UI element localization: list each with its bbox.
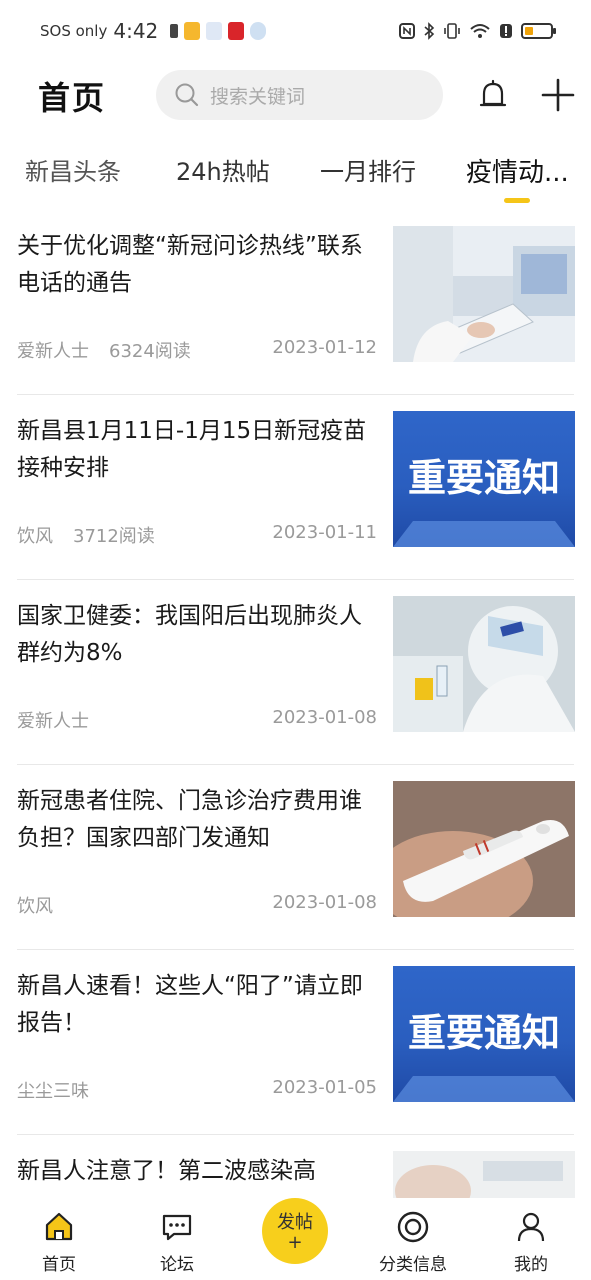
search-placeholder: 搜索关键词 bbox=[210, 85, 306, 108]
bottom-nav: 首页 论坛 发帖 + 分类信息 我的 bbox=[0, 1198, 591, 1280]
chat-icon bbox=[162, 1214, 192, 1241]
article-thumbnail bbox=[393, 781, 575, 917]
home-icon bbox=[45, 1212, 73, 1241]
post-button[interactable]: 发帖 + bbox=[262, 1198, 328, 1264]
active-tab-indicator bbox=[504, 198, 530, 203]
article-reads: 6324阅读 bbox=[109, 341, 191, 362]
article-meta: 尘尘三味 2023-01-05 bbox=[17, 1077, 377, 1103]
article-date: 2023-01-08 bbox=[272, 707, 377, 728]
article-thumbnail bbox=[393, 1151, 575, 1198]
status-left: SOS only 4:42 bbox=[40, 19, 267, 43]
article-date: 2023-01-11 bbox=[272, 522, 377, 543]
medical-tablet-image bbox=[393, 226, 575, 362]
notice-banner-stage bbox=[393, 1076, 575, 1102]
tab-epidemic[interactable]: 疫情动... bbox=[466, 152, 569, 189]
article-meta: 爱新人士 6324阅读 2023-01-12 bbox=[17, 337, 377, 363]
nav-home[interactable]: 首页 bbox=[9, 1198, 109, 1280]
bluetooth-icon bbox=[424, 22, 435, 40]
article-thumbnail bbox=[393, 596, 575, 732]
status-bar: SOS only 4:42 bbox=[0, 0, 591, 62]
battery-tip bbox=[553, 28, 556, 34]
article-title: 新冠患者住院、门急诊治疗费用谁负担？国家四部门发通知 bbox=[17, 788, 362, 851]
battery-icon bbox=[521, 23, 556, 39]
article-author: 饮风 bbox=[17, 526, 53, 547]
post-plus-icon: + bbox=[287, 1232, 303, 1253]
page-title: 首页 bbox=[38, 79, 107, 117]
tab-monthly-ranking[interactable]: 一月排行 bbox=[320, 152, 416, 187]
top-header: 首页 搜索关键词 bbox=[0, 62, 591, 130]
nav-category-label: 分类信息 bbox=[379, 1255, 447, 1275]
status-right bbox=[399, 22, 556, 40]
battery-level bbox=[525, 27, 533, 35]
search-icon bbox=[175, 83, 199, 107]
article-meta: 饮风 2023-01-08 bbox=[17, 892, 377, 918]
article-list: 关于优化调整“新冠问诊热线”联系电话的通告 爱新人士 6324阅读 2023-0… bbox=[0, 210, 591, 1198]
article-title: 新昌人速看！这些人“阳了”请立即报告！ bbox=[17, 973, 363, 1036]
article-date: 2023-01-12 bbox=[272, 337, 377, 358]
article-thumbnail bbox=[393, 226, 575, 362]
category-tabs: 新昌头条 24h热帖 一月排行 疫情动... bbox=[0, 140, 591, 210]
hand-image bbox=[393, 1151, 575, 1198]
article-date: 2023-01-05 bbox=[272, 1077, 377, 1098]
nav-forum[interactable]: 论坛 bbox=[127, 1198, 227, 1280]
list-item[interactable]: 新冠患者住院、门急诊治疗费用谁负担？国家四部门发通知 饮风 2023-01-08 bbox=[0, 765, 591, 950]
notes-app-icon bbox=[184, 22, 201, 40]
nav-home-label: 首页 bbox=[42, 1255, 76, 1275]
carrier-status: SOS only bbox=[40, 22, 108, 40]
article-reads: 3712阅读 bbox=[73, 526, 155, 547]
article-title: 国家卫健委：我国阳后出现肺炎人群约为8% bbox=[17, 603, 362, 666]
article-author: 爱新人士 bbox=[17, 341, 89, 362]
nav-mine[interactable]: 我的 bbox=[481, 1198, 581, 1280]
article-author: 饮风 bbox=[17, 896, 53, 917]
test-kit-image bbox=[393, 781, 575, 917]
article-meta: 饮风 3712阅读 2023-01-11 bbox=[17, 522, 377, 548]
nav-mine-label: 我的 bbox=[514, 1255, 548, 1275]
lab-worker-image bbox=[393, 596, 575, 732]
search-input[interactable]: 搜索关键词 bbox=[156, 70, 443, 120]
add-icon[interactable] bbox=[540, 77, 576, 113]
tab-24h-hot[interactable]: 24h热帖 bbox=[176, 152, 270, 187]
nfc-icon bbox=[399, 23, 415, 39]
article-title: 新昌人注意了！第二波感染高 bbox=[17, 1158, 316, 1184]
article-author: 爱新人士 bbox=[17, 711, 89, 732]
article-thumbnail: 重要通知 bbox=[393, 966, 575, 1102]
vibrate-icon bbox=[444, 23, 460, 39]
article-title: 关于优化调整“新冠问诊热线”联系电话的通告 bbox=[17, 233, 363, 296]
bell-icon[interactable] bbox=[476, 78, 510, 114]
nav-forum-label: 论坛 bbox=[160, 1255, 194, 1275]
article-meta: 爱新人士 2023-01-08 bbox=[17, 707, 377, 733]
alert-icon bbox=[500, 24, 512, 38]
wifi-icon bbox=[470, 24, 490, 38]
post-button-label: 发帖 bbox=[277, 1212, 313, 1233]
app-notification-icon bbox=[206, 22, 223, 40]
list-item[interactable]: 新昌人速看！这些人“阳了”请立即报告！ 尘尘三味 2023-01-05 重要通知 bbox=[0, 950, 591, 1135]
list-item[interactable]: 新昌人注意了！第二波感染高 bbox=[0, 1135, 591, 1198]
tab-headlines[interactable]: 新昌头条 bbox=[25, 152, 121, 187]
shield-app-icon bbox=[250, 22, 267, 40]
clock: 4:42 bbox=[113, 19, 159, 43]
battery-saver-icon bbox=[170, 24, 179, 38]
list-item[interactable]: 国家卫健委：我国阳后出现肺炎人群约为8% 爱新人士 2023-01-08 bbox=[0, 580, 591, 765]
article-title: 新昌县1月11日-1月15日新冠疫苗接种安排 bbox=[17, 418, 367, 481]
article-date: 2023-01-08 bbox=[272, 892, 377, 913]
target-icon bbox=[397, 1211, 429, 1243]
nav-category[interactable]: 分类信息 bbox=[363, 1198, 463, 1280]
list-item[interactable]: 关于优化调整“新冠问诊热线”联系电话的通告 爱新人士 6324阅读 2023-0… bbox=[0, 210, 591, 395]
article-thumbnail: 重要通知 bbox=[393, 411, 575, 547]
list-item[interactable]: 新昌县1月11日-1月15日新冠疫苗接种安排 饮风 3712阅读 2023-01… bbox=[0, 395, 591, 580]
article-author: 尘尘三味 bbox=[17, 1081, 89, 1102]
user-icon bbox=[517, 1212, 545, 1242]
notice-banner-stage bbox=[393, 521, 575, 547]
news-app-icon bbox=[228, 22, 245, 40]
